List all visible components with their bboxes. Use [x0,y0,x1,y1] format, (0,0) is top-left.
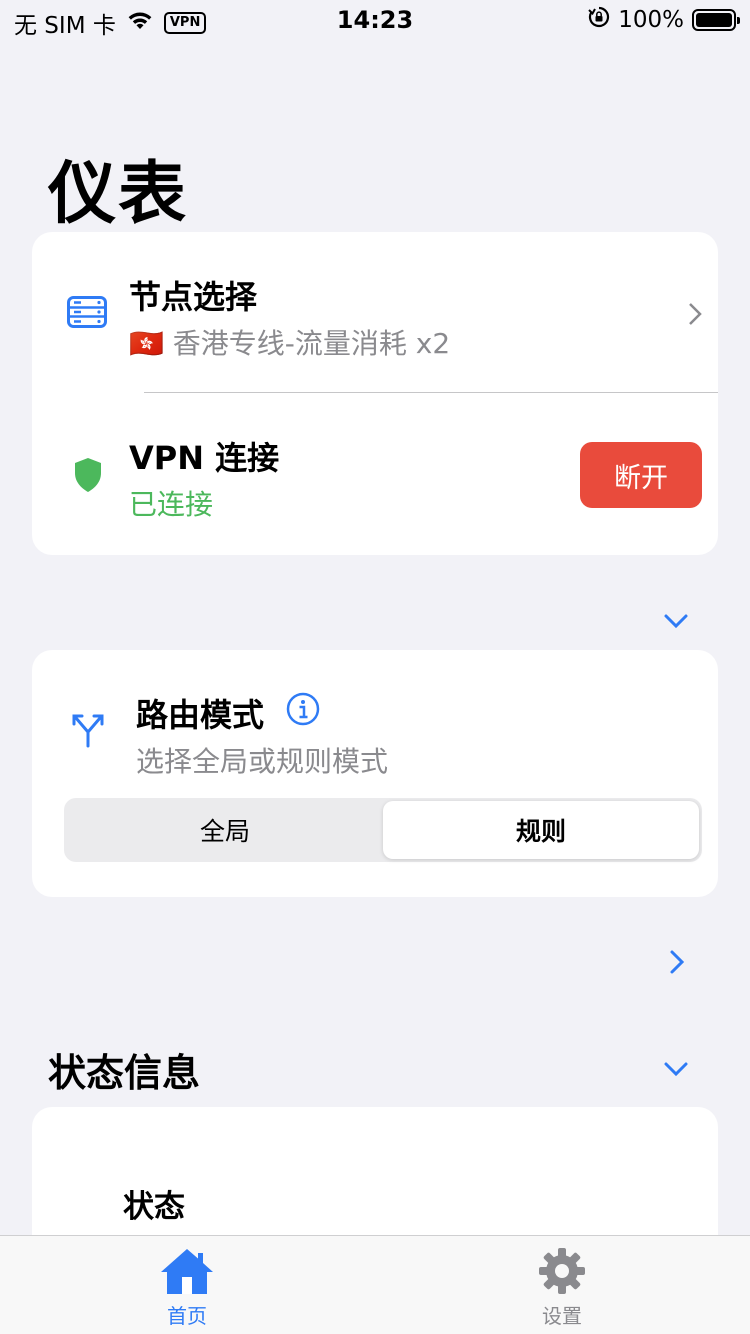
shield-icon [73,457,103,497]
status-section-title: 状态信息 [48,1051,201,1095]
node-name: 香港专线-流量消耗 x2 [172,327,451,360]
node-select-value: 🇭🇰 香港专线-流量消耗 x2 [129,322,450,362]
status-bar: 无 SIM 卡 VPN 14:23 100% [0,0,750,40]
tab-home-label: 首页 [167,1304,207,1328]
hk-flag-icon: 🇭🇰 [129,327,164,360]
tab-home[interactable]: 首页 [127,1246,247,1329]
fork-icon [70,712,106,752]
home-icon [127,1246,247,1298]
node-select-title: 节点选择 [129,278,258,316]
info-icon[interactable] [286,692,320,730]
route-mode-card: 路由模式 选择全局或规则模式 全局 规则 [32,650,718,897]
route-mode-segmented-control: 全局 规则 [64,798,702,862]
connection-card: 节点选择 🇭🇰 香港专线-流量消耗 x2 VPN 连接 已连接 断开 [32,232,718,555]
chevron-down-icon[interactable] [663,612,689,634]
status-item-label: 状态 [123,1189,185,1225]
status-bar-right: 100% [588,6,740,34]
segment-global[interactable]: 全局 [67,801,383,859]
gear-icon [502,1246,622,1298]
vpn-status: 已连接 [129,488,214,521]
tab-bar: 首页 设置 [0,1235,750,1334]
rotation-lock-icon [588,6,610,34]
server-icon [67,296,107,332]
chevron-right-icon[interactable] [668,949,686,979]
route-mode-title: 路由模式 [136,696,265,734]
tab-settings-label: 设置 [542,1304,582,1328]
chevron-right-icon [688,302,702,330]
battery-percent: 100% [618,7,684,33]
chevron-down-icon[interactable] [663,1060,689,1082]
node-select-row[interactable]: 节点选择 🇭🇰 香港专线-流量消耗 x2 [32,232,718,392]
screen: 无 SIM 卡 VPN 14:23 100% 仪表 节点选择 🇭🇰 香港专线-流… [0,0,750,1334]
battery-icon [692,9,740,31]
tab-settings[interactable]: 设置 [502,1246,622,1329]
route-mode-subtitle: 选择全局或规则模式 [136,745,389,778]
vpn-title: VPN 连接 [129,439,280,477]
page-title: 仪表 [48,155,189,234]
disconnect-button[interactable]: 断开 [580,442,702,508]
segment-rule[interactable]: 规则 [383,801,699,859]
